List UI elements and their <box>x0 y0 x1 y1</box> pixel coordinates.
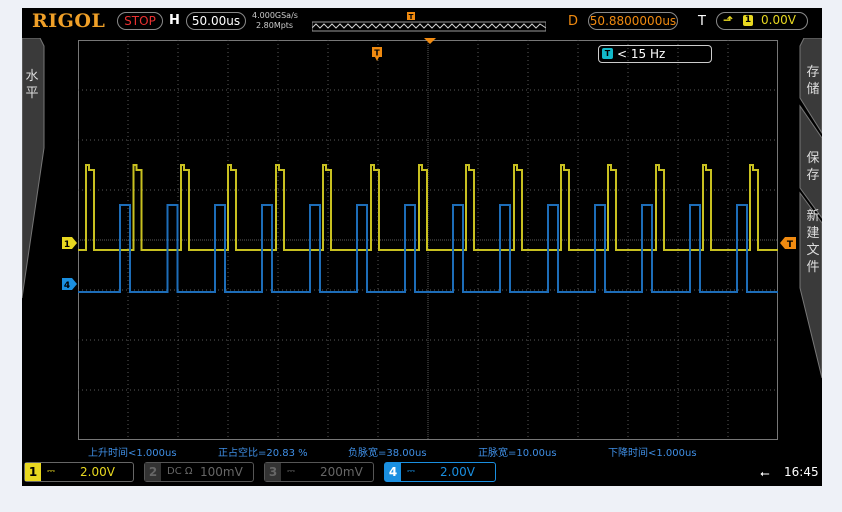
measurement-negative-width[interactable]: 负脉宽=38.00us <box>348 444 427 459</box>
frequency-counter[interactable]: T < 15 Hz <box>598 45 712 63</box>
timebase-value[interactable]: 50.00us <box>186 12 246 30</box>
memory-overview-strip: T <box>312 12 546 32</box>
trigger-label: T <box>698 14 706 29</box>
dc-coupling-icon: ⎓ <box>287 466 295 477</box>
trigger-time-marker-label: T <box>374 49 380 58</box>
channel-2-scale: 100mV <box>200 465 243 479</box>
memory-trigger-marker-label: T <box>409 13 414 21</box>
memory-overview-wave <box>312 23 546 29</box>
measurement-positive-width[interactable]: 正脉宽=10.00us <box>478 444 557 459</box>
channel-4-marker-label: 4 <box>64 281 70 290</box>
trigger-level-marker[interactable]: T <box>780 237 796 249</box>
trigger-source: 1 <box>743 15 753 26</box>
trigger-position-caret <box>424 38 436 44</box>
channel-4-marker[interactable]: 4 <box>62 278 78 290</box>
delay-label: D <box>568 14 579 29</box>
channel-1-settings[interactable]: 1 ⎓ 2.00V <box>24 462 134 482</box>
trigger-settings[interactable]: ⬏ 1 0.00V <box>716 12 808 30</box>
measurement-positive-duty[interactable]: 正占空比=20.83 % <box>218 444 308 459</box>
right-menu-item-new-file[interactable]: 新建文件 <box>804 208 822 276</box>
top-status-bar: RIGOL STOP H 50.00us 4.000GSa/s 2.80Mpts… <box>22 8 822 35</box>
channel-4-scale: 2.00V <box>440 465 475 479</box>
channel-3-settings[interactable]: 3 ⎓ 200mV <box>264 462 374 482</box>
channel-1-trace <box>78 164 778 251</box>
usb-icon: ⭠ <box>760 466 770 480</box>
channel-4-number: 4 <box>385 463 401 481</box>
dc-coupling-icon: ⎓ <box>407 466 415 477</box>
rising-edge-icon: ⬏ <box>723 13 734 27</box>
channel-2-coupling: DC Ω <box>167 466 193 477</box>
right-menu-item-save[interactable]: 保存 <box>804 150 822 184</box>
measurement-results: 上升时间<1.000us 正占空比=20.83 % 负脉宽=38.00us 正脉… <box>78 444 778 459</box>
dc-coupling-icon: ⎓ <box>47 466 55 477</box>
delay-value[interactable]: 50.8800000us <box>588 12 678 30</box>
left-menu-horizontal[interactable]: 水平 <box>24 68 40 102</box>
channel-2-number: 2 <box>145 463 161 481</box>
channel-1-number: 1 <box>25 463 41 481</box>
channel-3-number: 3 <box>265 463 281 481</box>
channel-3-scale: 200mV <box>320 465 363 479</box>
trigger-position-caret-shape <box>424 38 436 44</box>
measurement-fall-time[interactable]: 下降时间<1.000us <box>608 444 697 459</box>
trigger-level-marker-label: T <box>787 240 794 249</box>
channel-4-settings[interactable]: 4 ⎓ 2.00V <box>384 462 496 482</box>
channel-1-scale: 2.00V <box>80 465 115 479</box>
frequency-value: < 15 Hz <box>617 47 666 61</box>
channel-2-settings[interactable]: 2 DC Ω 100mV <box>144 462 254 482</box>
sample-rate: 4.000GSa/s <box>252 11 298 20</box>
channel-status-bar: 1 ⎓ 2.00V 2 DC Ω 100mV 3 ⎓ 200mV 4 ⎓ 2.0… <box>22 460 822 486</box>
brand-logo: RIGOL <box>32 10 106 32</box>
right-menu-item-storage[interactable]: 存储 <box>804 64 822 98</box>
oscilloscope-screen: RIGOL STOP H 50.00us 4.000GSa/s 2.80Mpts… <box>22 8 822 486</box>
trigger-time-marker[interactable]: T <box>372 47 384 63</box>
system-clock: 16:45 <box>784 465 819 479</box>
counter-trigger-icon: T <box>602 48 613 59</box>
run-stop-status[interactable]: STOP <box>117 12 163 30</box>
waveform-grid <box>78 40 778 440</box>
channel-1-marker[interactable]: 1 <box>62 237 78 249</box>
measurement-rise-time[interactable]: 上升时间<1.000us <box>88 444 177 459</box>
trigger-level: 0.00V <box>761 13 796 27</box>
trigger-time-marker-tail <box>375 57 379 61</box>
memory-depth: 2.80Mpts <box>256 21 294 30</box>
memory-trigger-marker: T <box>407 12 415 21</box>
horizontal-label: H <box>169 13 180 28</box>
channel-1-marker-label: 1 <box>64 240 70 249</box>
